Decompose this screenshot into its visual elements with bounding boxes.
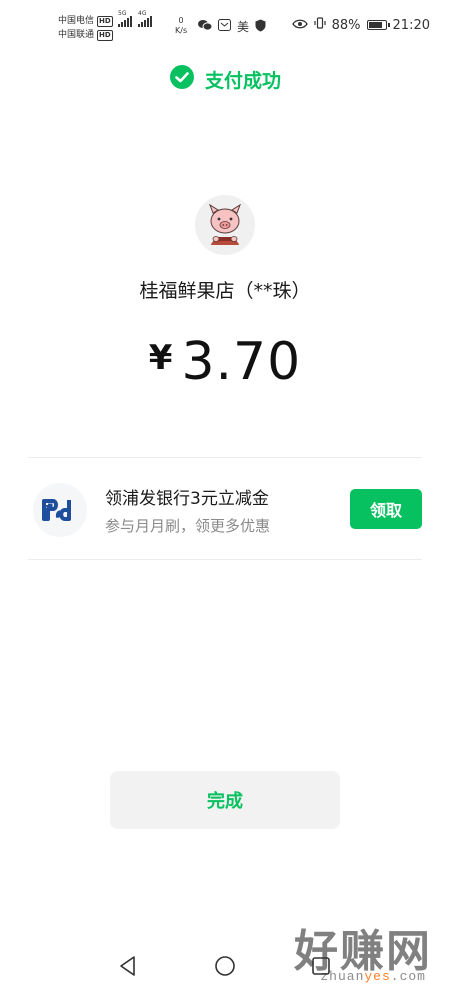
vibrate-icon <box>314 17 326 33</box>
carrier-1: 中国电信 <box>58 16 95 26</box>
battery-icon <box>366 20 390 30</box>
merchant-name: 桂福鲜果店（**珠） <box>139 280 311 302</box>
success-title: 支付成功 <box>204 69 281 92</box>
payment-success-screen: 中国电信 HD 中国联通 HD 5G 4G 0 K/s 美 88% 21:20 … <box>0 0 450 1000</box>
system-status: 88% 21:20 <box>291 17 430 33</box>
recent-apps-icon[interactable] <box>312 957 330 979</box>
carrier-2: 中国联通 <box>58 30 95 40</box>
payment-amount: ¥3.70 <box>0 332 450 392</box>
signal-4g-icon: 4G <box>138 10 152 27</box>
claim-button[interactable]: 领取 <box>350 489 422 529</box>
battery-percent: 88% <box>331 17 361 33</box>
battery-fill <box>368 22 383 28</box>
home-icon[interactable] <box>214 955 236 981</box>
promo-title: 领浦发银行3元立减金 <box>105 489 269 509</box>
message-icon <box>218 19 231 34</box>
meituan-app-label: 美 <box>237 20 250 34</box>
net-speed: 0 K/s <box>175 16 188 35</box>
amount-value: 3.70 <box>181 332 302 392</box>
status-bar: 中国电信 HD 中国联通 HD 5G 4G 0 K/s 美 88% 21:20 <box>0 0 450 50</box>
carrier-info: 中国电信 HD 中国联通 HD <box>58 14 113 42</box>
divider <box>28 559 422 560</box>
hd-badge: HD <box>97 15 113 27</box>
merchant-avatar <box>195 195 255 255</box>
currency-symbol: ¥ <box>148 338 174 378</box>
notification-icons: 美 <box>198 18 266 35</box>
promo-card[interactable]: 领浦发银行3元立减金 参与月月刷，领更多优惠 领取 <box>28 458 422 558</box>
signal-indicators: 5G 4G <box>118 10 152 27</box>
done-button[interactable]: 完成 <box>110 771 340 829</box>
clock: 21:20 <box>392 17 430 33</box>
eye-icon <box>291 18 308 33</box>
wechat-icon <box>198 19 213 34</box>
signal-5g-icon: 5G <box>118 10 132 27</box>
spdb-bank-logo-icon <box>33 483 87 537</box>
pig-avatar-icon <box>195 195 255 255</box>
shield-icon <box>255 19 266 35</box>
success-header: 支付成功 <box>0 64 450 94</box>
wechat-pay-icon <box>169 64 195 94</box>
promo-subtitle: 参与月月刷，领更多优惠 <box>105 517 271 535</box>
back-icon[interactable] <box>118 955 138 981</box>
hd-badge: HD <box>97 29 113 41</box>
system-nav-bar <box>0 945 450 1000</box>
